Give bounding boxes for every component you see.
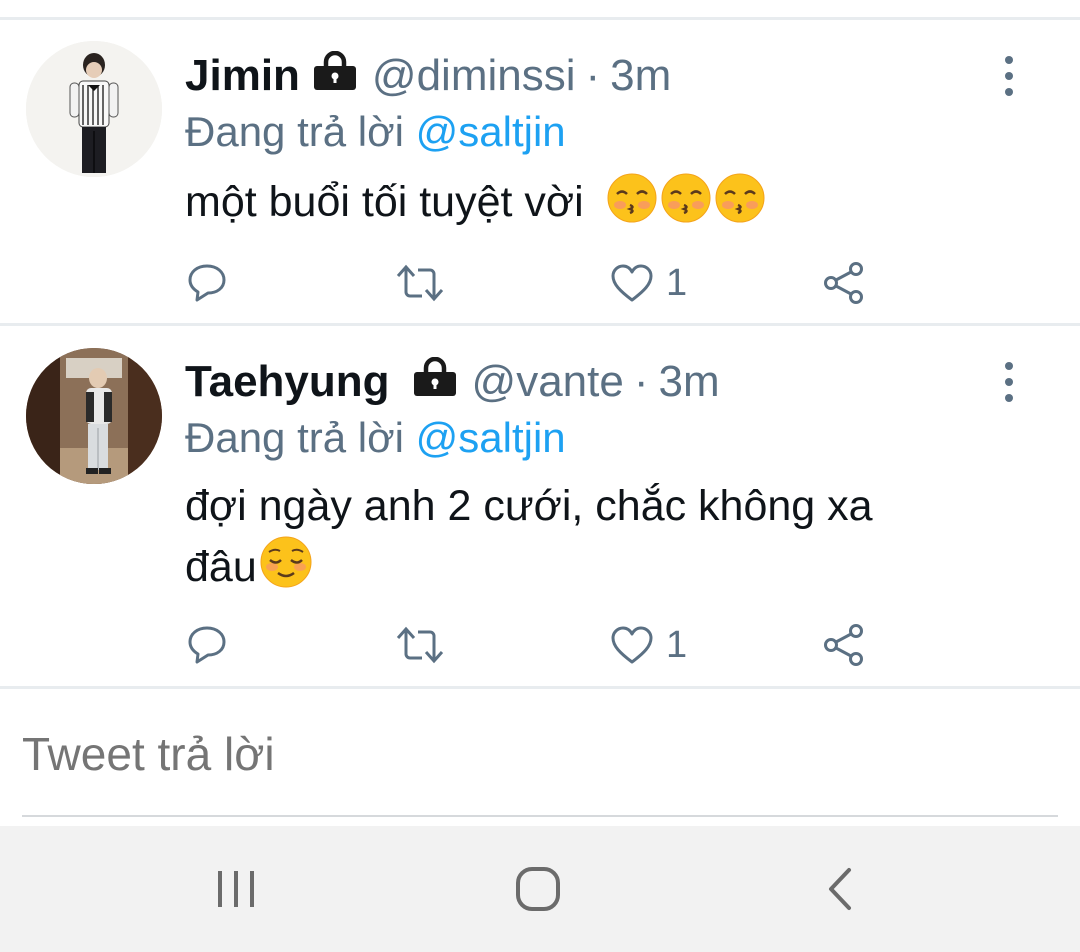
tweet-divider: [0, 686, 1080, 689]
reply-button[interactable]: [186, 620, 228, 670]
like-button[interactable]: 1: [610, 258, 687, 308]
user-handle[interactable]: @diminssi: [372, 51, 576, 101]
replying-to: Đang trả lời @saltjin: [185, 414, 566, 462]
tweet-actions: 1: [0, 258, 1080, 308]
heart-icon: [611, 264, 653, 302]
heart-icon: [611, 626, 653, 664]
kissing-face-emoji: [714, 172, 766, 239]
like-button[interactable]: 1: [610, 620, 687, 670]
user-handle[interactable]: @vante: [472, 357, 624, 407]
avatar-taehyung[interactable]: [26, 348, 162, 484]
reply-button[interactable]: [186, 258, 228, 308]
back-button[interactable]: [780, 826, 900, 952]
tweet-header: Jimin @diminssi · 3m: [185, 46, 671, 106]
more-options-icon[interactable]: [996, 362, 1022, 402]
replying-prefix: Đang trả lời: [185, 108, 404, 155]
retweet-icon: [396, 264, 444, 302]
avatar-photo: [26, 348, 162, 484]
reply-icon: [188, 264, 226, 302]
tweet-text-line-2-wrap: đâu: [185, 535, 985, 604]
tweet-text-line-1: đợi ngày anh 2 cưới, chắc không xa: [185, 482, 873, 530]
retweet-button[interactable]: [396, 258, 444, 308]
separator-dot: ·: [633, 357, 649, 406]
reply-composer-input[interactable]: [22, 722, 1058, 786]
reply-icon: [188, 626, 226, 664]
separator-dot: ·: [585, 51, 601, 100]
kissing-face-emoji: [660, 172, 712, 239]
lock-icon: [312, 50, 358, 102]
recents-button[interactable]: [176, 826, 296, 952]
kissing-face-emoji: [606, 172, 658, 239]
home-button[interactable]: [478, 826, 598, 952]
display-name[interactable]: Jimin: [185, 51, 300, 101]
timestamp[interactable]: 3m: [659, 357, 720, 407]
tweet-reply-1[interactable]: Jimin @diminssi · 3m Đang trả lời @saltj…: [0, 20, 1080, 323]
tweet-text-line-2: đâu: [185, 543, 257, 591]
replying-mention-link[interactable]: @saltjin: [416, 414, 566, 461]
composer-underline: [22, 815, 1058, 817]
display-name[interactable]: Taehyung: [185, 357, 390, 407]
retweet-icon: [396, 626, 444, 664]
share-button[interactable]: [822, 620, 866, 670]
like-count: 1: [666, 261, 688, 304]
like-count: 1: [666, 623, 688, 666]
back-icon: [829, 868, 851, 910]
home-icon: [516, 867, 560, 911]
tweet-text-content: một buổi tối tuyệt vời: [185, 178, 584, 226]
share-button[interactable]: [822, 258, 866, 308]
tweet-header: Taehyung @vante · 3m: [185, 352, 720, 412]
share-icon: [824, 262, 863, 304]
lock-icon: [412, 356, 458, 408]
tweet-reply-2[interactable]: Taehyung @vante · 3m Đang trả lời @saltj…: [0, 326, 1080, 686]
tweet-text: đợi ngày anh 2 cưới, chắc không xa đâu: [185, 478, 985, 604]
retweet-button[interactable]: [396, 620, 444, 670]
tweet-text: một buổi tối tuyệt vời: [185, 172, 985, 239]
replying-to: Đang trả lời @saltjin: [185, 108, 566, 156]
replying-prefix: Đang trả lời: [185, 414, 404, 461]
replying-mention-link[interactable]: @saltjin: [416, 108, 566, 155]
tweet-actions: 1: [0, 620, 1080, 670]
more-options-icon[interactable]: [996, 56, 1022, 96]
timestamp[interactable]: 3m: [610, 51, 671, 101]
system-navigation-bar: [0, 826, 1080, 952]
avatar-photo: [26, 41, 162, 177]
relieved-face-emoji: [259, 535, 313, 604]
share-icon: [824, 624, 863, 666]
recents-icon: [218, 871, 254, 907]
avatar-jimin[interactable]: [26, 41, 162, 177]
